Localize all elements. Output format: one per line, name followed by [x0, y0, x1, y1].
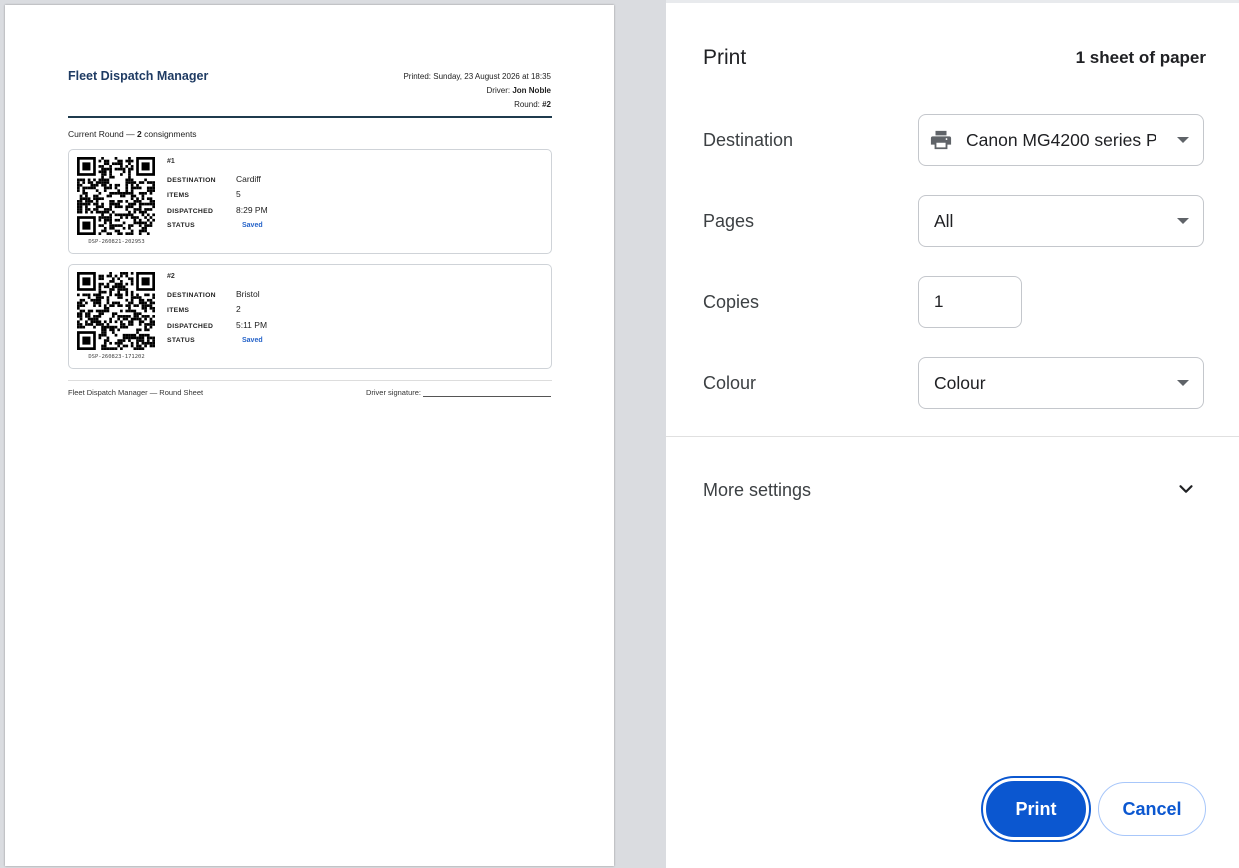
dispatched-row: DISPATCHED 5:11 PM	[167, 320, 267, 330]
print-button[interactable]: Print	[983, 778, 1089, 840]
items-value: 2	[236, 304, 241, 314]
destination-row: DESTINATION Cardiff	[167, 174, 261, 184]
items-row: ITEMS 2	[167, 304, 241, 314]
items-label: ITEMS	[167, 192, 190, 199]
cancel-button[interactable]: Cancel	[1098, 782, 1206, 836]
copies-label: Copies	[703, 292, 760, 312]
status-row: STATUS Saved	[167, 220, 263, 229]
pages-label: Pages	[703, 211, 755, 231]
destination-label: DESTINATION	[167, 292, 216, 299]
pages-select[interactable]: All	[918, 195, 1204, 247]
printed-value: Sunday, 23 August 2026 at 18:35	[433, 72, 551, 81]
footer-divider	[68, 380, 552, 381]
dispatched-value: 8:29 PM	[236, 205, 268, 215]
preview-page: Fleet Dispatch Manager Printed: Sunday, …	[5, 5, 614, 866]
status-badge: Saved	[242, 337, 263, 344]
destination-value: Cardiff	[236, 174, 261, 184]
panel-title: Print	[703, 46, 747, 69]
footer-left: Fleet Dispatch Manager — Round Sheet	[68, 388, 204, 397]
footer-right: Driver signature:	[366, 388, 551, 397]
destination-label: Destination	[703, 130, 794, 150]
signature-label: Driver signature:	[365, 388, 421, 397]
destination-value: Canon MG4200 series Printer	[966, 129, 1156, 150]
chevron-down-icon[interactable]	[1175, 478, 1197, 500]
round-summary: Current Round — 2 consignments	[68, 129, 197, 139]
dropdown-arrow-icon	[1177, 137, 1189, 143]
items-value: 5	[236, 189, 241, 199]
driver-value: Jon Noble	[512, 86, 551, 95]
items-row: ITEMS 5	[167, 189, 241, 199]
qr-code-icon	[77, 157, 155, 235]
round-suffix: consignments	[144, 129, 197, 139]
driver-label: Driver:	[486, 86, 511, 95]
pages-value: All	[934, 210, 954, 231]
sheet-count: 1 sheet of paper	[1075, 48, 1206, 67]
dispatched-value: 5:11 PM	[236, 320, 268, 330]
dispatched-label: DISPATCHED	[167, 208, 214, 215]
status-badge: Saved	[242, 222, 263, 229]
round-label: Round:	[514, 100, 540, 109]
round-count: 2	[137, 129, 142, 139]
dispatched-row: DISPATCHED 8:29 PM	[167, 205, 268, 215]
consignment-code: DSP-260821-202953	[88, 239, 145, 245]
destination-row: DESTINATION Bristol	[167, 289, 260, 299]
consignment-code: DSP-260823-171202	[88, 354, 145, 360]
consignment-card: DSP-260823-171202 #2 DESTINATION Bristol …	[68, 264, 552, 369]
round-prefix: Current Round —	[68, 129, 135, 139]
consignment-number: #1	[167, 158, 175, 165]
print-preview-area: Fleet Dispatch Manager Printed: Sunday, …	[0, 0, 666, 868]
printed-line: Printed: Sunday, 23 August 2026 at 18:35	[291, 70, 551, 84]
status-label: STATUS	[167, 222, 195, 229]
print-settings-panel: Print 1 sheet of paper Destination Canon…	[666, 0, 1239, 868]
document-title: Fleet Dispatch Manager	[68, 69, 209, 83]
consignment-number: #2	[167, 273, 175, 280]
printer-icon	[930, 130, 952, 150]
signature-line	[423, 388, 551, 397]
printed-label: Printed:	[403, 72, 432, 81]
document-meta: Printed: Sunday, 23 August 2026 at 18:35…	[291, 70, 551, 112]
destination-select[interactable]: Canon MG4200 series Printer	[918, 114, 1204, 166]
dropdown-arrow-icon	[1177, 218, 1189, 224]
items-label: ITEMS	[167, 307, 190, 314]
dispatched-label: DISPATCHED	[167, 323, 214, 330]
round-meta-line: Round: #2	[291, 98, 551, 112]
consignment-card: DSP-260821-202953 #1 DESTINATION Cardiff …	[68, 149, 552, 254]
more-settings-toggle[interactable]: More settings	[703, 480, 811, 501]
destination-value: Bristol	[236, 289, 260, 299]
colour-label: Colour	[703, 373, 757, 393]
qr-code-icon	[77, 272, 155, 350]
panel-top-border	[666, 0, 1239, 3]
settings-divider	[666, 436, 1239, 437]
status-row: STATUS Saved	[167, 335, 263, 344]
colour-select[interactable]: Colour	[918, 357, 1204, 409]
dropdown-arrow-icon	[1177, 380, 1189, 386]
driver-line: Driver: Jon Noble	[291, 84, 551, 98]
copies-input[interactable]	[918, 276, 1022, 328]
round-value: #2	[542, 100, 551, 109]
status-label: STATUS	[167, 337, 195, 344]
header-divider	[68, 116, 552, 118]
destination-label: DESTINATION	[167, 177, 216, 184]
colour-value: Colour	[934, 372, 986, 393]
